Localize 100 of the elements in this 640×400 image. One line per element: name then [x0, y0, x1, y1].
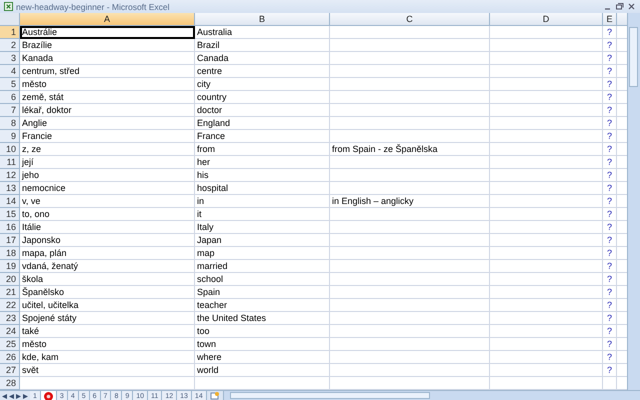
column-header[interactable]: C	[330, 13, 490, 26]
table-cell: ?	[603, 273, 617, 286]
table-cell: teacher	[195, 299, 330, 312]
table-cell: Italy	[195, 221, 330, 234]
table-cell: ?	[603, 169, 617, 182]
row-header[interactable]: 26	[0, 351, 20, 364]
row-header[interactable]: 11	[0, 156, 20, 169]
row-header[interactable]: 4	[0, 65, 20, 78]
row-header[interactable]: 19	[0, 260, 20, 273]
table-cell: Španělsko	[20, 286, 195, 299]
table-cell: the United States	[195, 312, 330, 325]
row-header[interactable]: 10	[0, 143, 20, 156]
row-header[interactable]: 9	[0, 130, 20, 143]
column-header[interactable]: D	[490, 13, 603, 26]
table-cell: Canada	[195, 52, 330, 65]
table-cell: town	[195, 338, 330, 351]
row-header[interactable]: 20	[0, 273, 20, 286]
table-cell: in English – anglicky	[330, 195, 490, 208]
row-header[interactable]: 27	[0, 364, 20, 377]
table-cell: Itálie	[20, 221, 195, 234]
row-header[interactable]: 17	[0, 234, 20, 247]
table-cell: ?	[603, 143, 617, 156]
table-cell: in	[195, 195, 330, 208]
table-cell: his	[195, 169, 330, 182]
table-cell: world	[195, 364, 330, 377]
table-cell: France	[195, 130, 330, 143]
excel-icon	[4, 2, 13, 11]
table-cell: Japonsko	[20, 234, 195, 247]
table-cell: kde, kam	[20, 351, 195, 364]
table-cell: ?	[603, 117, 617, 130]
table-cell: ?	[603, 52, 617, 65]
table-cell: mapa, plán	[20, 247, 195, 260]
row-header[interactable]: 2	[0, 39, 20, 52]
table-cell: school	[195, 273, 330, 286]
column-header[interactable]: A	[20, 13, 195, 26]
row-header[interactable]: 13	[0, 182, 20, 195]
row-header[interactable]: 3	[0, 52, 20, 65]
table-cell: ?	[603, 156, 617, 169]
vertical-scrollbar[interactable]	[627, 13, 640, 390]
table-cell: nemocnice	[20, 182, 195, 195]
row-header[interactable]: 14	[0, 195, 20, 208]
table-cell: ?	[603, 299, 617, 312]
table-cell: ?	[603, 247, 617, 260]
table-cell: město	[20, 78, 195, 91]
table-cell: ?	[603, 364, 617, 377]
table-cell: map	[195, 247, 330, 260]
table-cell: ?	[603, 221, 617, 234]
table-cell: ?	[603, 195, 617, 208]
horizontal-scrollbar[interactable]	[222, 391, 640, 400]
table-cell: England	[195, 117, 330, 130]
row-header[interactable]: 5	[0, 78, 20, 91]
row-header[interactable]: 8	[0, 117, 20, 130]
insert-sheet-icon[interactable]	[210, 392, 220, 400]
table-cell: učitel, učitelka	[20, 299, 195, 312]
table-cell: married	[195, 260, 330, 273]
table-cell: Japan	[195, 234, 330, 247]
row-header[interactable]: 1	[0, 26, 20, 39]
table-cell: Austrálie	[20, 26, 195, 39]
row-header[interactable]: 21	[0, 286, 20, 299]
table-cell: Francie	[20, 130, 195, 143]
row-header[interactable]: 28	[0, 377, 20, 390]
table-cell: její	[20, 156, 195, 169]
restore-icon[interactable]	[615, 2, 624, 11]
table-cell: ?	[603, 312, 617, 325]
table-cell: country	[195, 91, 330, 104]
table-cell: ?	[603, 338, 617, 351]
row-header[interactable]: 16	[0, 221, 20, 234]
row-header[interactable]: 25	[0, 338, 20, 351]
close-icon[interactable]	[627, 2, 636, 11]
table-cell: Brazílie	[20, 39, 195, 52]
table-cell: ?	[603, 286, 617, 299]
row-header[interactable]: 15	[0, 208, 20, 221]
table-cell: svět	[20, 364, 195, 377]
table-cell: where	[195, 351, 330, 364]
row-header[interactable]: 18	[0, 247, 20, 260]
row-header[interactable]: 6	[0, 91, 20, 104]
table-cell: ?	[603, 39, 617, 52]
column-header[interactable]: B	[195, 13, 330, 26]
table-cell: Brazil	[195, 39, 330, 52]
table-cell: from	[195, 143, 330, 156]
table-cell: ?	[603, 78, 617, 91]
sheet-tab[interactable]	[40, 391, 57, 400]
table-cell: škola	[20, 273, 195, 286]
row-header[interactable]: 22	[0, 299, 20, 312]
table-cell: z, ze	[20, 143, 195, 156]
table-cell: země, stát	[20, 91, 195, 104]
table-cell: ?	[603, 91, 617, 104]
row-header[interactable]: 23	[0, 312, 20, 325]
row-header[interactable]: 12	[0, 169, 20, 182]
row-header[interactable]: 7	[0, 104, 20, 117]
table-cell: her	[195, 156, 330, 169]
table-cell: Spojené státy	[20, 312, 195, 325]
window-title: new-headway-beginner - Microsoft Excel	[16, 2, 171, 12]
row-header[interactable]: 24	[0, 325, 20, 338]
table-cell: centre	[195, 65, 330, 78]
table-cell: doctor	[195, 104, 330, 117]
table-cell: Australia	[195, 26, 330, 39]
column-header[interactable]: E	[603, 13, 617, 26]
table-cell: jeho	[20, 169, 195, 182]
table-cell: také	[20, 325, 195, 338]
